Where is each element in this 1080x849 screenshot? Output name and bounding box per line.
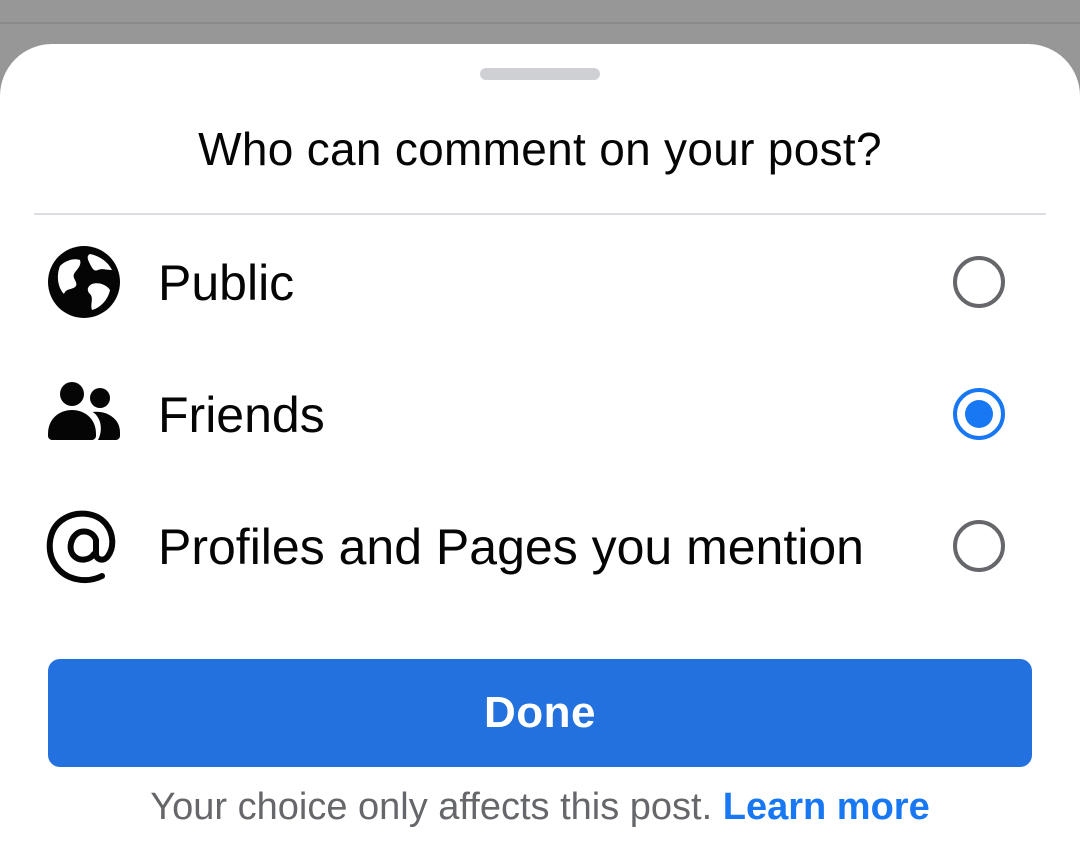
- option-public[interactable]: Public: [0, 222, 1080, 342]
- friends-icon: [46, 378, 122, 454]
- footer: Your choice only affects this post. Lear…: [0, 786, 1080, 829]
- at-sign-icon: [46, 506, 122, 584]
- option-label: Public: [158, 255, 295, 311]
- comment-audience-sheet: Who can comment on your post? Public Fri…: [0, 44, 1080, 849]
- option-label: Profiles and Pages you mention: [158, 519, 864, 575]
- globe-icon: [46, 244, 122, 320]
- done-button[interactable]: Done: [48, 659, 1032, 767]
- radio-mentions[interactable]: [953, 520, 1005, 572]
- learn-more-link[interactable]: Learn more: [723, 786, 930, 828]
- option-label: Friends: [158, 387, 325, 443]
- drag-handle[interactable]: [480, 68, 600, 80]
- status-bar-divider: [0, 22, 1080, 24]
- radio-friends[interactable]: [953, 388, 1005, 440]
- footer-text: Your choice only affects this post.: [150, 786, 713, 828]
- radio-public[interactable]: [953, 256, 1005, 308]
- option-mentions[interactable]: Profiles and Pages you mention: [0, 486, 1080, 606]
- option-friends[interactable]: Friends: [0, 354, 1080, 474]
- divider: [34, 213, 1046, 215]
- sheet-title: Who can comment on your post?: [198, 123, 882, 175]
